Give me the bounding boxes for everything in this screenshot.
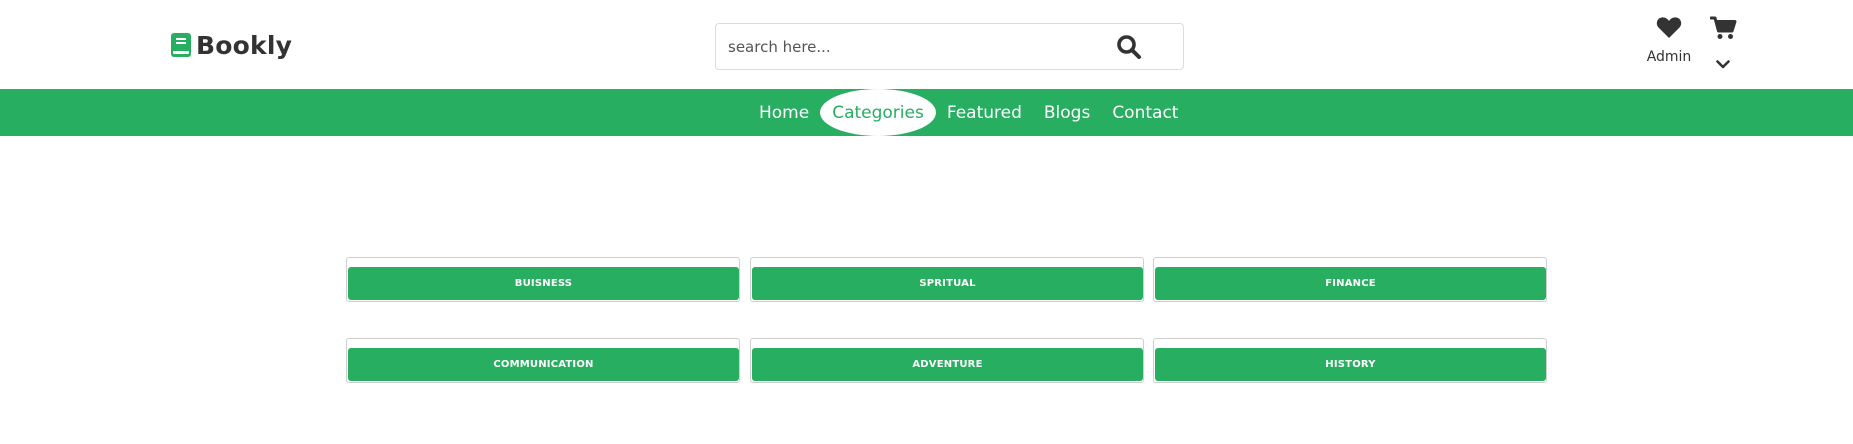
header-icons: Admin: [1640, 16, 1736, 76]
category-card-adventure: ADVENTURE: [750, 338, 1144, 383]
category-button-spritual[interactable]: SPRITUAL: [752, 267, 1143, 300]
chevron-down-icon[interactable]: [1716, 54, 1730, 73]
logo-text: Bookly: [196, 30, 293, 60]
nav-blogs[interactable]: Blogs: [1033, 89, 1101, 136]
category-card-finance: FINANCE: [1153, 257, 1547, 302]
logo-link[interactable]: Bookly: [170, 29, 292, 61]
nav-contact[interactable]: Contact: [1101, 89, 1189, 136]
nav-featured[interactable]: Featured: [936, 89, 1033, 136]
category-card-business: BUISNESS: [346, 257, 740, 302]
category-button-communication[interactable]: COMMUNICATION: [348, 348, 739, 381]
search-icon: [1116, 34, 1142, 63]
nav-categories[interactable]: Categories: [820, 89, 936, 136]
category-button-history[interactable]: HISTORY: [1155, 348, 1546, 381]
book-icon: [170, 32, 192, 58]
top-header: Bookly Admin: [0, 0, 1853, 89]
category-button-adventure[interactable]: ADVENTURE: [752, 348, 1143, 381]
heart-icon: [1656, 16, 1682, 43]
category-card-spritual: SPRITUAL: [750, 257, 1144, 302]
main-navbar: Home Categories Featured Blogs Contact: [0, 89, 1853, 136]
cart-icon: [1709, 16, 1737, 44]
nav-home[interactable]: Home: [748, 89, 820, 136]
search-form: [715, 23, 1184, 70]
user-label: Admin: [1646, 49, 1692, 65]
category-button-finance[interactable]: FINANCE: [1155, 267, 1546, 300]
category-card-history: HISTORY: [1153, 338, 1547, 383]
cart-button[interactable]: [1709, 16, 1737, 69]
wishlist-button[interactable]: Admin: [1640, 16, 1698, 68]
category-button-business[interactable]: BUISNESS: [348, 267, 739, 300]
category-card-communication: COMMUNICATION: [346, 338, 740, 383]
search-input[interactable]: [716, 26, 1096, 67]
search-button[interactable]: [1112, 33, 1146, 63]
nav-list: Home Categories Featured Blogs Contact: [748, 89, 1189, 136]
